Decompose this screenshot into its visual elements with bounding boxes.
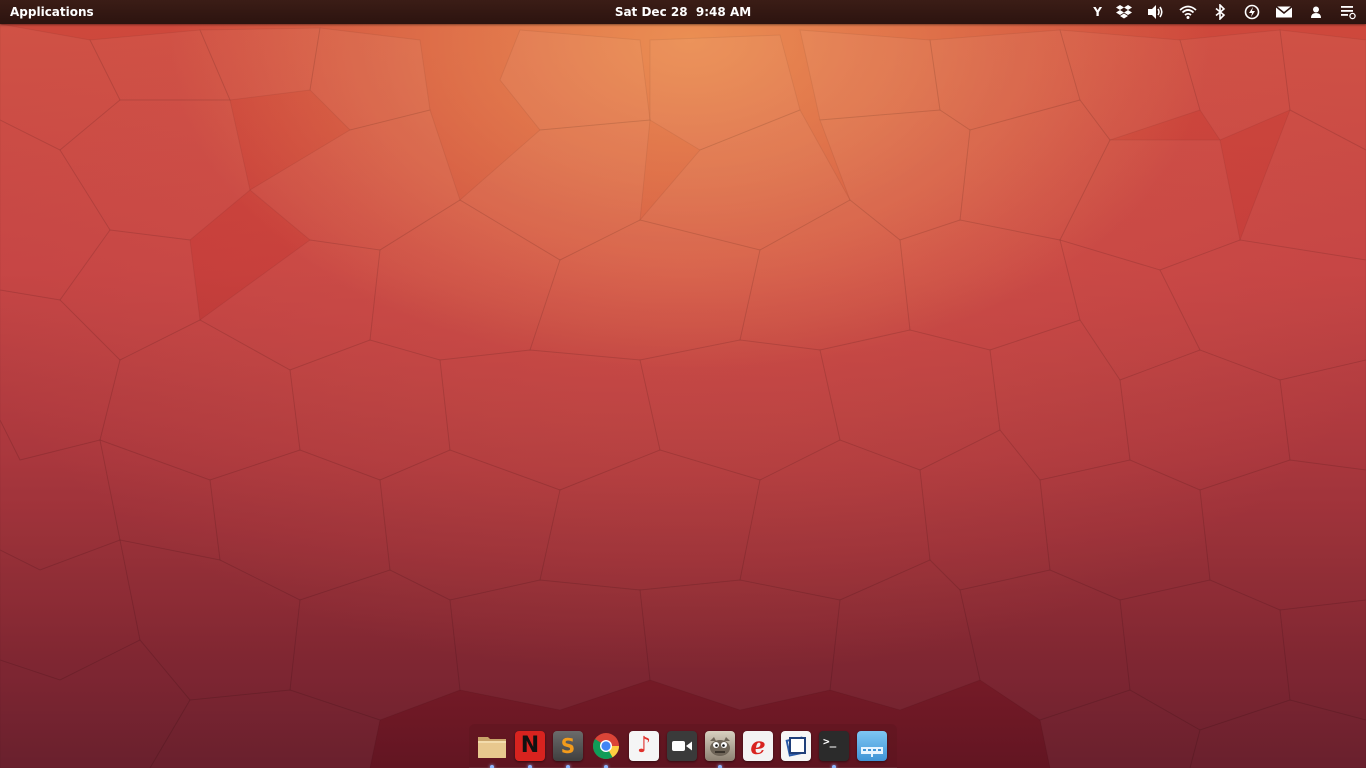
y-indicator[interactable]: Y bbox=[1093, 2, 1102, 22]
terminal-prompt: >_ bbox=[823, 735, 837, 748]
dropbox-icon[interactable] bbox=[1114, 2, 1134, 22]
dock-item-netflix[interactable]: N bbox=[513, 729, 547, 768]
dock-item-show-desktop[interactable] bbox=[855, 729, 889, 763]
dock-items: N S ♪ e >_ bbox=[475, 729, 893, 768]
mail-icon[interactable] bbox=[1274, 2, 1294, 22]
desktop[interactable]: Applications Sat Dec 28 9:48 AM Y N S ♪ … bbox=[0, 0, 1366, 768]
dock-item-music[interactable]: ♪ bbox=[627, 729, 661, 763]
e-letter-icon: e bbox=[743, 731, 773, 761]
gimp-icon bbox=[705, 731, 735, 761]
netflix-letter: N bbox=[520, 733, 540, 758]
photos-icon bbox=[781, 731, 811, 761]
indicator-area: Y bbox=[1081, 2, 1358, 22]
music-note-icon: ♪ bbox=[629, 731, 659, 761]
music-glyph: ♪ bbox=[636, 733, 652, 758]
dock-item-sublime-text[interactable]: S bbox=[551, 729, 585, 768]
dock-item-photos[interactable] bbox=[779, 729, 813, 763]
volume-icon[interactable] bbox=[1146, 2, 1166, 22]
editor-letter: e bbox=[750, 731, 766, 760]
power-icon[interactable] bbox=[1242, 2, 1262, 22]
video-camera-icon bbox=[667, 731, 697, 761]
folder-icon bbox=[477, 731, 507, 761]
wifi-icon[interactable] bbox=[1178, 2, 1198, 22]
netflix-icon: N bbox=[515, 731, 545, 761]
chrome-icon bbox=[591, 731, 621, 761]
dock-item-video[interactable] bbox=[665, 729, 699, 763]
notifications-icon[interactable] bbox=[1338, 2, 1358, 22]
dock: N S ♪ e >_ bbox=[469, 724, 897, 768]
top-panel: Applications Sat Dec 28 9:48 AM Y bbox=[0, 0, 1366, 24]
terminal-icon: >_ bbox=[819, 731, 849, 761]
user-icon[interactable] bbox=[1306, 2, 1326, 22]
dock-item-files[interactable] bbox=[475, 729, 509, 768]
show-desktop-icon bbox=[857, 731, 887, 761]
sublime-letter: S bbox=[560, 734, 576, 758]
wallpaper bbox=[0, 23, 1366, 768]
sublime-text-icon: S bbox=[553, 731, 583, 761]
dock-item-chrome[interactable] bbox=[589, 729, 623, 768]
applications-menu-button[interactable]: Applications bbox=[10, 4, 94, 20]
dock-item-gimp[interactable] bbox=[703, 729, 737, 768]
clock[interactable]: Sat Dec 28 9:48 AM bbox=[615, 5, 751, 19]
bluetooth-icon[interactable] bbox=[1210, 2, 1230, 22]
dock-item-text-editor[interactable]: e bbox=[741, 729, 775, 763]
dock-item-terminal[interactable]: >_ bbox=[817, 729, 851, 768]
